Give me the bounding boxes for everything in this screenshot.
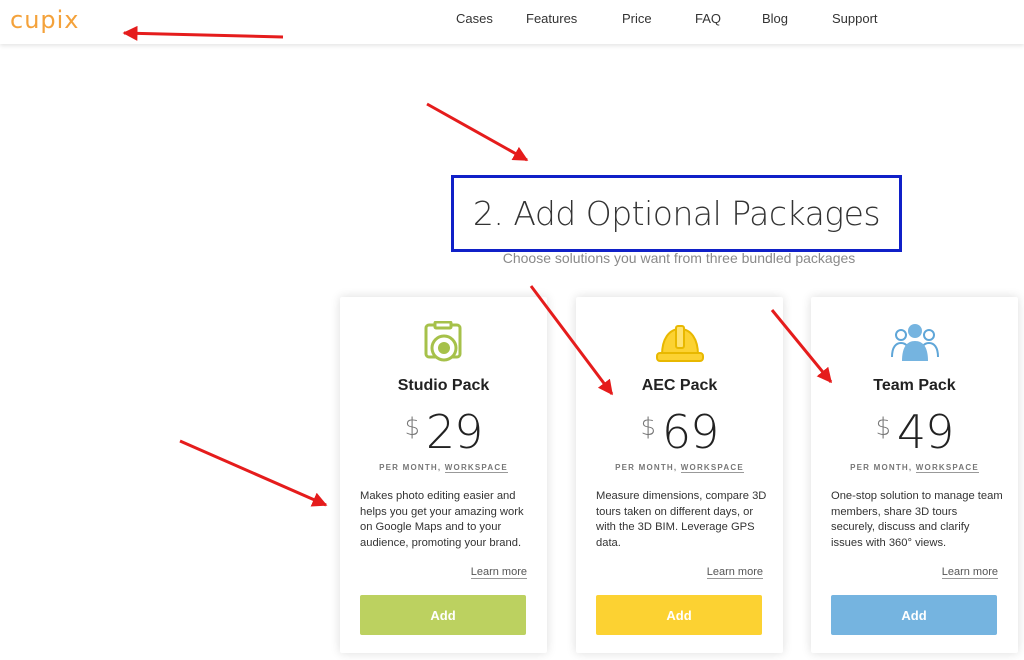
card-description: Measure dimensions, compare 3D tours tak… <box>596 490 767 549</box>
hard-hat-icon <box>576 321 783 367</box>
section-subtitle: Choose solutions you want from three bun… <box>502 250 856 266</box>
team-icon <box>811 321 1018 363</box>
nav-blog[interactable]: Blog <box>762 11 788 26</box>
card-price: $49 <box>811 405 1018 459</box>
studio-pack-card: Studio Pack $29 PER MONTH, WORKSPACE Mak… <box>340 297 547 653</box>
add-studio-pack-button[interactable]: Add <box>360 595 526 635</box>
aec-pack-card: AEC Pack $69 PER MONTH, WORKSPACE Measur… <box>576 297 783 653</box>
price-amount: 49 <box>896 405 955 459</box>
arrow-to-title <box>426 102 529 162</box>
nav-price[interactable]: Price <box>622 11 652 26</box>
currency-symbol: $ <box>875 413 891 441</box>
card-description: Makes photo editing easier and helps you… <box>360 490 524 549</box>
nav-features[interactable]: Features <box>526 11 577 26</box>
period-label: PER MONTH, <box>379 463 445 472</box>
billing-period: PER MONTH, WORKSPACE <box>576 463 783 473</box>
workspace-link[interactable]: WORKSPACE <box>680 463 744 473</box>
billing-period: PER MONTH, WORKSPACE <box>811 463 1018 473</box>
workspace-link[interactable]: WORKSPACE <box>444 463 508 473</box>
camera-icon <box>340 321 547 367</box>
card-name: Team Pack <box>873 377 956 394</box>
top-navigation-bar: cupix Cases Features Price FAQ Blog Supp… <box>0 0 1024 44</box>
card-name: Studio Pack <box>397 377 490 394</box>
nav-cases[interactable]: Cases <box>456 11 493 26</box>
section-title: 2. Add Optional Packages <box>451 175 902 252</box>
card-price: $69 <box>576 405 783 459</box>
period-label: PER MONTH, <box>615 463 681 472</box>
billing-period: PER MONTH, WORKSPACE <box>340 463 547 473</box>
team-pack-card: Team Pack $49 PER MONTH, WORKSPACE One-s… <box>811 297 1018 653</box>
learn-more-link[interactable]: Learn more <box>470 566 527 579</box>
arrow-to-studio-description <box>179 439 328 507</box>
currency-symbol: $ <box>640 413 656 441</box>
cupix-logo[interactable]: cupix <box>10 6 80 34</box>
add-team-pack-button[interactable]: Add <box>831 595 997 635</box>
add-aec-pack-button[interactable]: Add <box>596 595 762 635</box>
workspace-link[interactable]: WORKSPACE <box>915 463 979 473</box>
price-amount: 69 <box>661 405 720 459</box>
period-label: PER MONTH, <box>850 463 916 472</box>
currency-symbol: $ <box>404 413 420 441</box>
price-amount: 29 <box>425 405 484 459</box>
learn-more-link[interactable]: Learn more <box>706 566 763 579</box>
nav-faq[interactable]: FAQ <box>695 11 721 26</box>
card-description: One-stop solution to manage team members… <box>831 490 1003 549</box>
section-title-text: 2. Add Optional Packages <box>472 194 881 233</box>
learn-more-link[interactable]: Learn more <box>941 566 998 579</box>
card-price: $29 <box>340 405 547 459</box>
nav-support[interactable]: Support <box>832 11 878 26</box>
card-name: AEC Pack <box>641 377 718 394</box>
